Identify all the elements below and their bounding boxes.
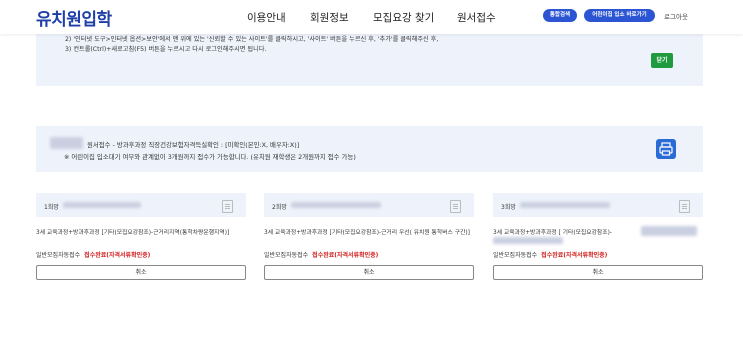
cancel-button[interactable]: 취소 [36, 265, 246, 280]
card-header: 1희망 [36, 193, 246, 217]
notice-line-2: 3) 컨트롤(Ctrl)+새로고침(F5) 버튼을 누르시고 다시 로그인해주시… [65, 46, 267, 53]
nav-recruit-search[interactable]: 모집요강 찾기 [373, 10, 434, 25]
notice-line-1: 2) '인터넷 도구>인터넷 옵션>보안'에서 맨 위에 있는 '신뢰할 수 있… [65, 36, 439, 43]
application-status: 일반모집자동접수 접수완료(자격서류확인중) [493, 250, 607, 259]
course-title: 3세 교육과정+방과후과정 [기타(모집요강참조)-근거리지역(통학차량운행지역… [36, 230, 230, 236]
application-type: 일반모집자동접수 [36, 252, 81, 259]
top-bar: 유치원입학 이용안내 회원정보 모집요강 찾기 원서접수 통합검색 어린이집 입… [0, 0, 743, 34]
choice-rank: 1희망 [44, 204, 59, 211]
nav-guide[interactable]: 이용안내 [247, 10, 286, 25]
choice-rank: 2희망 [272, 204, 287, 211]
application-info-line-2: ※ 어린이집 입소대기 여부와 관계없이 3개원까지 접수가 가능합니다. (유… [64, 153, 356, 161]
application-status: 일반모집자동접수 접수완료(자격서류확인중) [264, 250, 378, 259]
card-header: 3희망 [493, 193, 703, 217]
nav-application[interactable]: 원서접수 [457, 10, 496, 25]
card-header: 2희망 [264, 193, 474, 217]
status-badge: 접수완료(자격서류확인중) [84, 252, 151, 259]
redacted-kindergarten-name [63, 202, 141, 208]
document-icon[interactable] [222, 200, 233, 213]
redacted-kindergarten-name [291, 202, 381, 208]
application-type: 일반모집자동접수 [493, 252, 538, 259]
close-button[interactable]: 닫기 [651, 53, 673, 68]
redacted-area [493, 237, 563, 244]
notice-panel: 2) '인터넷 도구>인터넷 옵션>보안'에서 맨 위에 있는 '신뢰할 수 있… [36, 26, 703, 86]
logout-link[interactable]: 로그아웃 [664, 11, 688, 21]
application-status: 일반모집자동접수 접수완료(자격서류확인중) [36, 250, 150, 259]
site-logo[interactable]: 유치원입학 [36, 5, 112, 30]
unified-search-button[interactable]: 통합검색 [543, 9, 577, 22]
application-info-panel: 원서접수 - 방과후과정 직장건강보험자격득실확인 : [미확인(본인:X, 배… [36, 126, 703, 172]
cancel-button[interactable]: 취소 [493, 265, 703, 280]
cancel-button[interactable]: 취소 [264, 265, 474, 280]
document-icon[interactable] [450, 200, 461, 213]
redacted-kindergarten-name [520, 202, 610, 208]
status-badge: 접수완료(자격서류확인중) [312, 252, 379, 259]
print-button[interactable] [656, 139, 676, 159]
daycare-shortcut-button[interactable]: 어린이집 입소 바로가기 [584, 9, 655, 22]
redacted-area [641, 226, 697, 236]
choice-rank: 3희망 [501, 204, 516, 211]
document-icon[interactable] [679, 200, 690, 213]
course-title: 3세 교육과정+방과후과정 [기타(모집요강참조)-근거리 우선( 유치원 통학… [264, 230, 470, 236]
application-info-line-1: 원서접수 - 방과후과정 직장건강보험자격득실확인 : [미확인(본인:X, 배… [87, 141, 300, 149]
printer-icon [659, 142, 673, 156]
status-badge: 접수완료(자격서류확인중) [541, 252, 608, 259]
redacted-name [50, 137, 83, 149]
application-type: 일반모집자동접수 [264, 252, 309, 259]
nav-member-info[interactable]: 회원정보 [310, 10, 349, 25]
